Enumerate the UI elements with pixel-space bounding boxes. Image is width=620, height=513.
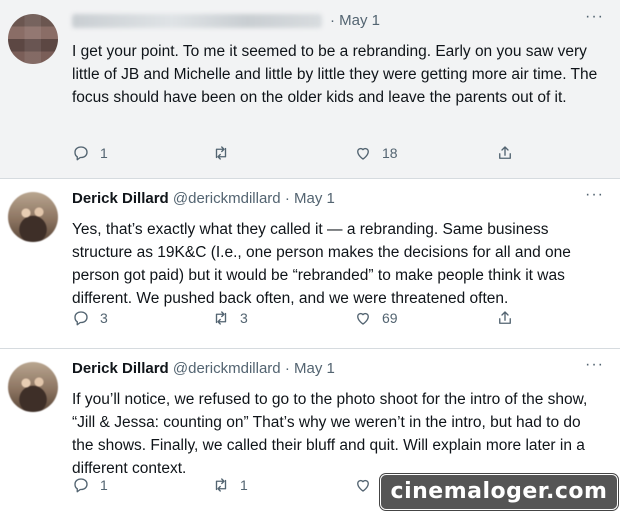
retweet-button[interactable] [212, 144, 240, 162]
tweet-date[interactable]: May 1 [339, 12, 380, 29]
tweet-date[interactable]: May 1 [294, 190, 335, 207]
tweet-2[interactable]: Derick Dillard @derickmdillard · May 1 ·… [0, 178, 620, 348]
avatar[interactable] [8, 14, 58, 64]
tweet-actions: 1 18 [72, 144, 532, 168]
reply-icon [74, 311, 88, 326]
share-icon [499, 311, 511, 324]
tweet-text: If you’ll notice, we refused to go to th… [72, 391, 588, 477]
tweet-actions: 3 3 69 [72, 309, 532, 333]
reply-icon [74, 146, 88, 161]
tweet-text: Yes, that’s exactly what they called it … [72, 221, 571, 307]
like-count: 18 [382, 145, 398, 161]
share-button[interactable] [496, 309, 514, 327]
tweet-header: Derick Dillard @derickmdillard · May 1 [72, 190, 335, 207]
like-button[interactable] [354, 476, 382, 494]
reply-button[interactable]: 1 [72, 476, 108, 494]
avatar[interactable] [8, 362, 58, 412]
tweet-header: Derick Dillard @derickmdillard · May 1 [72, 360, 335, 377]
author-handle[interactable]: @derickmdillard [173, 190, 281, 207]
watermark: cinemaloger.com [380, 474, 618, 510]
more-options-icon[interactable]: ··· [585, 186, 604, 204]
retweet-icon [215, 146, 227, 160]
blurred-author-name [72, 14, 322, 29]
heart-icon [357, 312, 369, 325]
like-count: 69 [382, 310, 398, 326]
like-button[interactable]: 69 [354, 309, 398, 327]
more-options-icon[interactable]: ··· [585, 356, 604, 374]
reply-icon [74, 478, 88, 493]
share-icon [499, 146, 511, 159]
reply-count: 1 [100, 477, 108, 493]
tweet-1[interactable]: · May 1 ··· I get your point. To me it s… [0, 0, 620, 178]
tweet-text: I get your point. To me it seemed to be … [72, 43, 598, 106]
reply-count: 1 [100, 145, 108, 161]
heart-icon [357, 147, 369, 160]
retweet-icon [215, 311, 227, 325]
author-name[interactable]: Derick Dillard [72, 190, 169, 207]
retweet-button[interactable]: 3 [212, 309, 248, 327]
heart-icon [357, 479, 369, 492]
reply-count: 3 [100, 310, 108, 326]
tweet-date[interactable]: May 1 [294, 360, 335, 377]
tweet-header: · May 1 [72, 12, 380, 29]
avatar[interactable] [8, 192, 58, 242]
more-options-icon[interactable]: ··· [585, 8, 604, 26]
retweet-icon [215, 478, 227, 492]
share-button[interactable] [496, 144, 514, 162]
like-button[interactable]: 18 [354, 144, 398, 162]
retweet-count: 3 [240, 310, 248, 326]
author-handle[interactable]: @derickmdillard [173, 360, 281, 377]
reply-button[interactable]: 3 [72, 309, 108, 327]
retweet-count: 1 [240, 477, 248, 493]
retweet-button[interactable]: 1 [212, 476, 248, 494]
author-name[interactable]: Derick Dillard [72, 360, 169, 377]
reply-button[interactable]: 1 [72, 144, 108, 162]
